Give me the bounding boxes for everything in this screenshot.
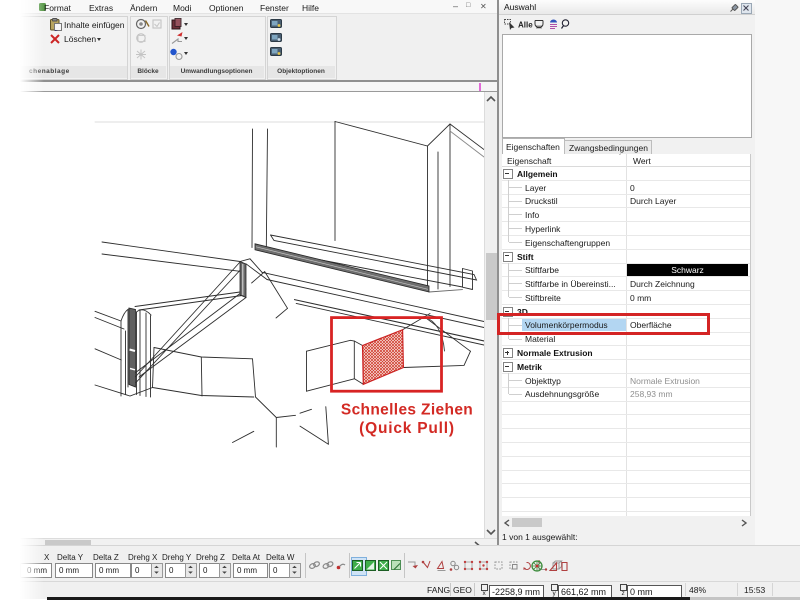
- svg-text:Alle: Alle: [518, 21, 533, 30]
- svg-text:(Quick Pull): (Quick Pull): [359, 420, 455, 437]
- svg-text:Schnelles Ziehen: Schnelles Ziehen: [341, 402, 473, 419]
